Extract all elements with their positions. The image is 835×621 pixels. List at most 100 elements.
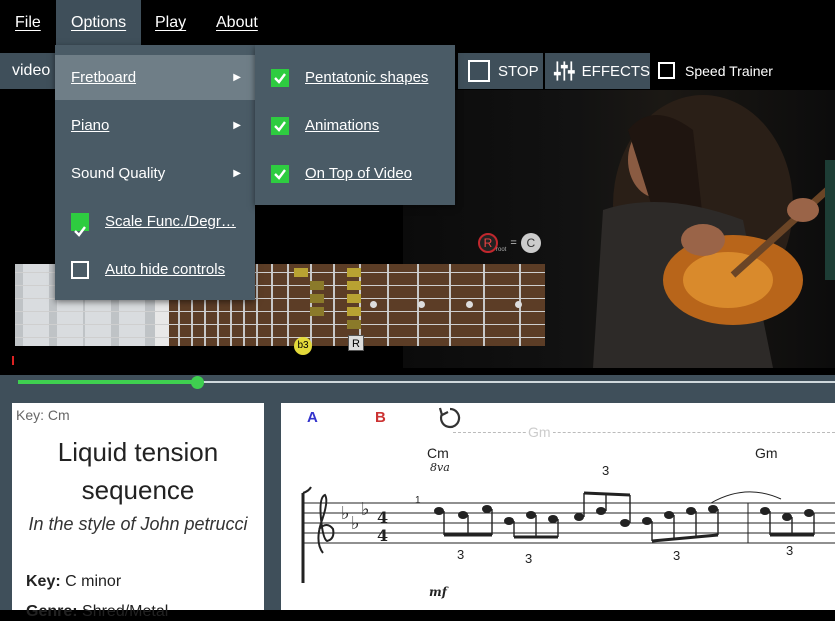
song-subtitle: In the style of John petrucci (28, 514, 248, 534)
effects-label: EFFECTS (581, 62, 650, 80)
speed-trainer-label: Speed Trainer (685, 62, 773, 79)
menu-play[interactable]: Play (141, 0, 200, 45)
options-item-label: Scale Func./Degr… (105, 213, 236, 230)
options-item-piano[interactable]: Piano ▶ (55, 103, 255, 148)
scale-highlight (347, 294, 361, 303)
ghost-chord-label: Gm (526, 424, 553, 440)
fret (310, 264, 312, 346)
check-icon (271, 68, 289, 87)
fret (271, 264, 273, 346)
options-item-sound-quality[interactable]: Sound Quality ▶ (55, 151, 255, 196)
menu-about[interactable]: About (202, 0, 272, 45)
speed-trainer-toggle[interactable]: Speed Trainer (658, 62, 773, 79)
submenu-arrow-icon: ▶ (233, 72, 241, 83)
stop-icon (468, 60, 490, 82)
timeline-handle[interactable] (191, 376, 204, 389)
submenu-item-on-top-of-video[interactable]: On Top of Video (255, 151, 455, 196)
options-item-label: Sound Quality (71, 165, 166, 182)
svg-text:♭: ♭ (341, 503, 350, 524)
options-item-label: Piano (71, 117, 110, 134)
stop-button[interactable]: STOP (458, 53, 543, 89)
svg-text:♭: ♭ (351, 513, 360, 534)
svg-text:4: 4 (377, 508, 388, 527)
music-staff: ♭ ♭ ♭ 4 4 (301, 486, 835, 583)
submenu-item-pentatonic[interactable]: Pentatonic shapes (255, 55, 455, 100)
root-r-badge: R (478, 233, 498, 253)
scale-highlight (310, 294, 324, 303)
fret-inlay (515, 301, 522, 308)
root-sub-label: root (496, 247, 507, 253)
loop-reset-icon[interactable] (437, 405, 463, 431)
root-note-badge: C (520, 233, 541, 253)
song-key-label: Key: (26, 573, 61, 590)
options-item-label: Auto hide controls (105, 261, 226, 278)
options-item-fretboard[interactable]: Fretboard ▶ (55, 55, 255, 100)
stop-label: STOP (498, 62, 539, 80)
timeline-bar (0, 375, 835, 395)
fret-inlay (370, 301, 377, 308)
root-degree-marker: R (348, 335, 364, 351)
equalizer-icon (553, 61, 575, 81)
submenu-item-label: On Top of Video (305, 165, 413, 182)
check-icon (271, 116, 289, 135)
speed-trainer-checkbox[interactable] (658, 62, 675, 79)
fret (256, 264, 258, 346)
triplet-label: 3 (673, 548, 681, 563)
b3-degree-marker: b3 (294, 337, 312, 355)
sheet-music[interactable]: A B Gm Cm 8va Gm 1 ♭ ♭ ♭ 4 4 3 3 3 3 3 m… (281, 403, 835, 610)
loop-a-marker[interactable]: A (307, 409, 318, 426)
scale-highlight (347, 307, 361, 316)
open-string-column (23, 264, 49, 346)
song-info-card: Key: Cm Liquid tension sequence In the s… (12, 403, 264, 620)
effects-button[interactable]: EFFECTS (545, 53, 650, 89)
fret (387, 264, 389, 346)
chord-track-line (453, 432, 835, 433)
triplet-label: 3 (786, 543, 794, 558)
octave-marking: 8va (430, 461, 450, 474)
options-item-scale-func[interactable]: Scale Func./Degr… (55, 199, 255, 244)
fret-inlay (466, 301, 473, 308)
menu-options[interactable]: Options (56, 0, 142, 45)
scale-highlight (294, 268, 308, 277)
guitar-string (15, 311, 545, 312)
loop-b-marker[interactable]: B (375, 409, 386, 426)
svg-text:♭: ♭ (361, 499, 370, 520)
dynamic-marking: mf (429, 585, 447, 599)
scale-highlight (347, 281, 361, 290)
submenu-arrow-icon: ▶ (233, 120, 241, 131)
song-genre-label: Genre: (26, 603, 78, 620)
options-item-label: Fretboard (71, 69, 137, 86)
options-item-auto-hide[interactable]: Auto hide controls (55, 247, 255, 292)
scale-highlight (310, 307, 324, 316)
scale-highlight (347, 268, 361, 277)
song-key-small: Key: Cm (16, 407, 70, 423)
fret (449, 264, 451, 346)
guitar-string (15, 324, 545, 325)
position-marker (12, 356, 14, 365)
fret-inlay (418, 301, 425, 308)
triplet-label: 3 (525, 551, 533, 566)
menu-file[interactable]: File (0, 0, 56, 45)
song-genre-value: Shred/Metal (82, 603, 169, 620)
options-menu: Fretboard ▶ Piano ▶ Sound Quality ▶ Scal… (55, 45, 255, 300)
menu-bar: File Options Play About (0, 0, 835, 45)
unchecked-box-icon (71, 260, 89, 279)
scale-highlight (347, 320, 361, 329)
triplet-label: 3 (457, 547, 465, 562)
triplet-label: 3 (602, 463, 610, 478)
fret (333, 264, 335, 346)
song-key-line: Key: C minor (26, 573, 121, 591)
submenu-item-animations[interactable]: Animations (255, 103, 455, 148)
song-genre-line: Genre: Shred/Metal (26, 603, 168, 621)
video-tab[interactable]: video (0, 53, 56, 89)
submenu-item-label: Animations (305, 117, 380, 134)
root-indicator: R root = C (478, 233, 541, 253)
scale-highlight (310, 281, 324, 290)
submenu-item-label: Pentatonic shapes (305, 69, 429, 86)
timeline-progress (18, 380, 198, 384)
fretboard-submenu: Pentatonic shapes Animations On Top of V… (255, 45, 455, 205)
svg-text:4: 4 (377, 526, 388, 545)
check-icon (71, 212, 89, 237)
song-title: Liquid tension sequence (57, 437, 219, 505)
fret (287, 264, 289, 346)
